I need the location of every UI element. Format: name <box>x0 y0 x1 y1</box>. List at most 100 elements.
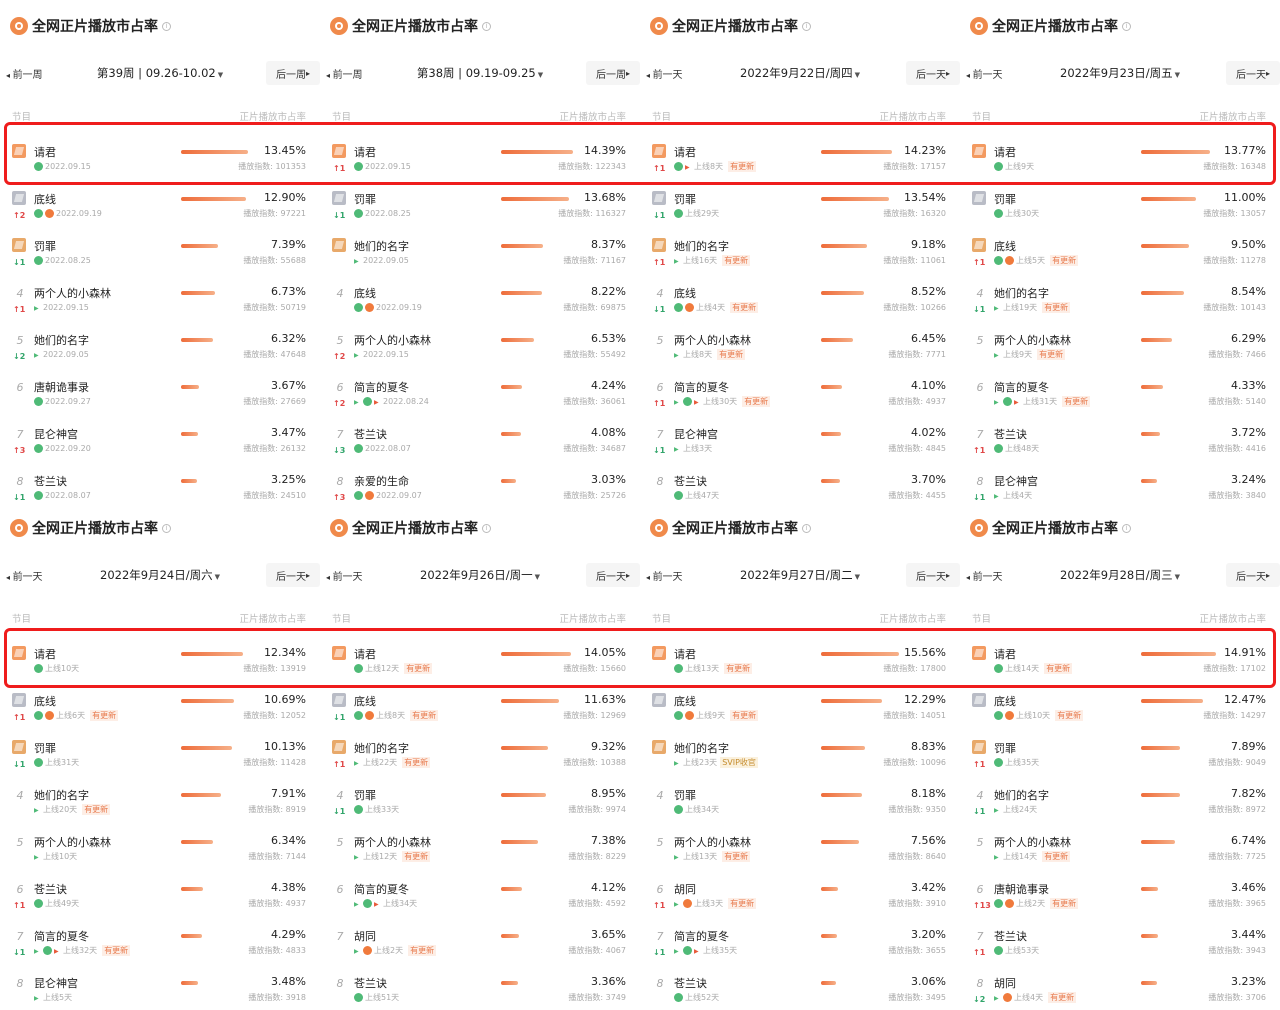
list-item[interactable]: 她们的名字上线23天SVIP收官 8.83% 播放指数: 10096 <box>640 736 960 783</box>
show-title[interactable]: 罚罪 <box>674 191 696 207</box>
list-item[interactable]: 7 ↓1 昆仑神宫上线3天 4.02% 播放指数: 4845 <box>640 422 960 469</box>
show-title[interactable]: 罚罪 <box>994 740 1016 756</box>
show-title[interactable]: 请君 <box>34 646 56 662</box>
show-title[interactable]: 底线 <box>994 238 1016 254</box>
prev-button[interactable]: ◂ 前一周 <box>6 66 43 81</box>
show-title[interactable]: 请君 <box>994 144 1016 160</box>
list-item[interactable]: 5 两个人的小森林上线8天有更新 6.45% 播放指数: 7771 <box>640 328 960 375</box>
show-title[interactable]: 底线 <box>34 693 56 709</box>
show-title[interactable]: 亲爱的生命 <box>354 473 409 489</box>
list-item[interactable]: 4 ↓1 她们的名字上线24天 7.82% 播放指数: 8972 <box>960 783 1280 830</box>
list-item[interactable]: 5 两个人的小森林上线10天 6.34% 播放指数: 7144 <box>0 830 320 877</box>
show-title[interactable]: 简言的夏冬 <box>674 379 729 395</box>
list-item[interactable]: 请君 上线13天 有更新 15.56% 播放指数: 17800 <box>640 642 960 689</box>
list-item[interactable]: 6 ↑2 简言的夏冬2022.08.24 4.24% 播放指数: 36061 <box>320 375 640 422</box>
show-title[interactable]: 两个人的小森林 <box>994 332 1071 348</box>
show-title[interactable]: 唐朝诡事录 <box>994 881 1049 897</box>
list-item[interactable]: 7 ↓1 简言的夏冬上线32天有更新 4.29% 播放指数: 4833 <box>0 924 320 971</box>
next-button[interactable]: 后一天 ▸ <box>586 563 640 587</box>
show-title[interactable]: 两个人的小森林 <box>354 332 431 348</box>
show-title[interactable]: 简言的夏冬 <box>354 379 409 395</box>
prev-button[interactable]: ◂ 前一天 <box>966 568 1003 583</box>
list-item[interactable]: ↑1 请君 2022.09.15 14.39% 播放指数: 122343 <box>320 140 640 187</box>
list-item[interactable]: 7 ↑1 苍兰诀 上线48天 3.72% 播放指数: 4416 <box>960 422 1280 469</box>
info-icon[interactable]: i <box>802 523 811 533</box>
list-item[interactable]: 8 ↓1 苍兰诀 2022.08.07 3.25% 播放指数: 24510 <box>0 469 320 502</box>
show-title[interactable]: 罚罪 <box>674 787 696 803</box>
info-icon[interactable]: i <box>802 21 811 31</box>
list-item[interactable]: 4 ↓1 她们的名字上线19天有更新 8.54% 播放指数: 10143 <box>960 281 1280 328</box>
next-button[interactable]: 后一周 ▸ <box>586 61 640 85</box>
show-title[interactable]: 简言的夏冬 <box>34 928 89 944</box>
list-item[interactable]: ↓1 罚罪 2022.08.25 13.68% 播放指数: 116327 <box>320 187 640 234</box>
show-title[interactable]: 请君 <box>354 646 376 662</box>
list-item[interactable]: 6 ↑1 胡同上线3天有更新 3.42% 播放指数: 3910 <box>640 877 960 924</box>
list-item[interactable]: ↑1 她们的名字上线22天有更新 9.32% 播放指数: 10388 <box>320 736 640 783</box>
date-selector[interactable]: 2022年9月24日/周六 ▼ <box>60 567 260 583</box>
list-item[interactable]: 4 底线 2022.09.19 8.22% 播放指数: 69875 <box>320 281 640 328</box>
show-title[interactable]: 苍兰诀 <box>674 975 707 991</box>
show-title[interactable]: 昆仑神宫 <box>34 426 78 442</box>
list-item[interactable]: ↓1 罚罪 上线29天 13.54% 播放指数: 16320 <box>640 187 960 234</box>
show-title[interactable]: 请君 <box>34 144 56 160</box>
show-title[interactable]: 她们的名字 <box>994 787 1049 803</box>
show-title[interactable]: 她们的名字 <box>674 740 729 756</box>
list-item[interactable]: 4 她们的名字上线20天有更新 7.91% 播放指数: 8919 <box>0 783 320 830</box>
show-title[interactable]: 苍兰诀 <box>354 426 387 442</box>
show-title[interactable]: 她们的名字 <box>994 285 1049 301</box>
list-item[interactable]: 6 ↑13 唐朝诡事录 上线2天 有更新 3.46% 播放指数: 3965 <box>960 877 1280 924</box>
list-item[interactable]: 请君 上线14天 有更新 14.91% 播放指数: 17102 <box>960 642 1280 689</box>
show-title[interactable]: 罚罪 <box>994 191 1016 207</box>
show-title[interactable]: 简言的夏冬 <box>354 881 409 897</box>
show-title[interactable]: 她们的名字 <box>34 332 89 348</box>
show-title[interactable]: 底线 <box>34 191 56 207</box>
show-title[interactable]: 罚罪 <box>34 740 56 756</box>
show-title[interactable]: 两个人的小森林 <box>34 834 111 850</box>
list-item[interactable]: 4 ↓1 底线 上线4天 有更新 8.52% 播放指数: 10266 <box>640 281 960 328</box>
list-item[interactable]: ↑1 罚罪 上线35天 7.89% 播放指数: 9049 <box>960 736 1280 783</box>
show-title[interactable]: 她们的名字 <box>354 740 409 756</box>
show-title[interactable]: 底线 <box>354 285 376 301</box>
list-item[interactable]: 她们的名字2022.09.05 8.37% 播放指数: 71167 <box>320 234 640 281</box>
list-item[interactable]: 6 ↑1 苍兰诀 上线49天 4.38% 播放指数: 4937 <box>0 877 320 924</box>
date-selector[interactable]: 第38周 | 09.19-09.25 ▼ <box>380 65 580 81</box>
list-item[interactable]: 8 苍兰诀 上线52天 3.06% 播放指数: 3495 <box>640 971 960 1004</box>
show-title[interactable]: 苍兰诀 <box>34 473 67 489</box>
list-item[interactable]: ↑2 底线 2022.09.19 12.90% 播放指数: 97221 <box>0 187 320 234</box>
info-icon[interactable]: i <box>482 21 491 31</box>
list-item[interactable]: 请君 2022.09.15 13.45% 播放指数: 101353 <box>0 140 320 187</box>
list-item[interactable]: 4 罚罪 上线34天 8.18% 播放指数: 9350 <box>640 783 960 830</box>
show-title[interactable]: 底线 <box>994 693 1016 709</box>
show-title[interactable]: 罚罪 <box>354 787 376 803</box>
show-title[interactable]: 请君 <box>354 144 376 160</box>
list-item[interactable]: 请君 上线9天 13.77% 播放指数: 16348 <box>960 140 1280 187</box>
show-title[interactable]: 两个人的小森林 <box>994 834 1071 850</box>
list-item[interactable]: 6 简言的夏冬上线34天 4.12% 播放指数: 4592 <box>320 877 640 924</box>
date-selector[interactable]: 2022年9月22日/周四 ▼ <box>700 65 900 81</box>
show-title[interactable]: 底线 <box>354 693 376 709</box>
list-item[interactable]: 5 ↑2 两个人的小森林2022.09.15 6.53% 播放指数: 55492 <box>320 328 640 375</box>
show-title[interactable]: 简言的夏冬 <box>674 928 729 944</box>
prev-button[interactable]: ◂ 前一天 <box>326 568 363 583</box>
show-title[interactable]: 胡同 <box>994 975 1016 991</box>
show-title[interactable]: 苍兰诀 <box>34 881 67 897</box>
show-title[interactable]: 她们的名字 <box>354 238 409 254</box>
show-title[interactable]: 唐朝诡事录 <box>34 379 89 395</box>
show-title[interactable]: 她们的名字 <box>34 787 89 803</box>
list-item[interactable]: 7 胡同上线2天有更新 3.65% 播放指数: 4067 <box>320 924 640 971</box>
show-title[interactable]: 昆仑神宫 <box>994 473 1038 489</box>
list-item[interactable]: 请君 上线12天 有更新 14.05% 播放指数: 15660 <box>320 642 640 689</box>
show-title[interactable]: 请君 <box>674 646 696 662</box>
list-item[interactable]: ↑1 请君上线8天有更新 14.23% 播放指数: 17157 <box>640 140 960 187</box>
list-item[interactable]: 底线 上线10天 有更新 12.47% 播放指数: 14297 <box>960 689 1280 736</box>
show-title[interactable]: 昆仑神宫 <box>674 426 718 442</box>
date-selector[interactable]: 第39周 | 09.26-10.02 ▼ <box>60 65 260 81</box>
next-button[interactable]: 后一天 ▸ <box>1226 563 1280 587</box>
prev-button[interactable]: ◂ 前一天 <box>646 568 683 583</box>
show-title[interactable]: 胡同 <box>674 881 696 897</box>
show-title[interactable]: 苍兰诀 <box>994 426 1027 442</box>
list-item[interactable]: 6 ↑1 简言的夏冬上线30天有更新 4.10% 播放指数: 4937 <box>640 375 960 422</box>
next-button[interactable]: 后一周 ▸ <box>266 61 320 85</box>
show-title[interactable]: 苍兰诀 <box>674 473 707 489</box>
next-button[interactable]: 后一天 ▸ <box>266 563 320 587</box>
